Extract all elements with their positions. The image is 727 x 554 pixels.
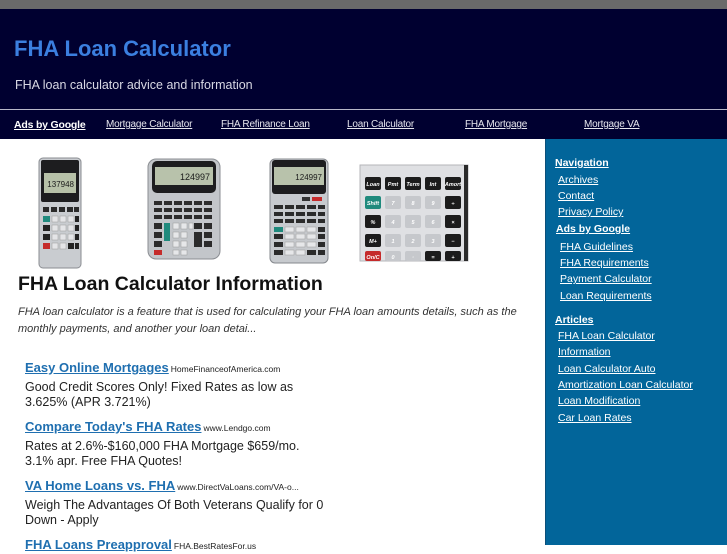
ad-url[interactable]: www.Lendgo.com (203, 423, 270, 433)
site-tagline: FHA loan calculator advice and informati… (15, 78, 253, 92)
key-2: 2 (410, 239, 414, 245)
sidebar-article-link[interactable]: Amortization Loan Calculator (558, 379, 693, 391)
key-decimal: · (412, 255, 414, 261)
main-content: 137948 124997 124997 Loan Pmt Term Int A… (0, 139, 545, 552)
key-3: 3 (431, 239, 434, 245)
sidebar-article-link[interactable]: FHA Loan Calculator (558, 330, 655, 342)
key-int: Int (430, 182, 438, 188)
key-shift: Shift (367, 201, 380, 207)
nav-link-loan-calculator[interactable]: Loan Calculator (347, 119, 414, 130)
sidebar-link-contact[interactable]: Contact (558, 190, 594, 202)
sidebar: Navigation Archives Contact Privacy Poli… (545, 139, 727, 545)
ad-description: Good Credit Scores Only! Fixed Rates as … (25, 380, 294, 409)
ad-title-link[interactable]: Easy Online Mortgages (25, 360, 169, 375)
key-divide: ÷ (451, 201, 454, 207)
ad-url[interactable]: FHA.BestRatesFor.us (174, 541, 256, 551)
sidebar-ad-loan-requirements[interactable]: Loan Requirements (560, 290, 652, 302)
sidebar-ad-payment-calculator[interactable]: Payment Calculator (560, 273, 652, 285)
sidebar-ad-fha-requirements[interactable]: FHA Requirements (560, 257, 649, 269)
key-amort: Amort (444, 182, 462, 188)
key-on-clear: On/C (366, 255, 380, 261)
nav-link-fha-refinance-loan[interactable]: FHA Refinance Loan (221, 119, 310, 130)
calculator-keypad-image: Loan Pmt Term Int Amort Shift 7 8 9 ÷ % … (359, 164, 469, 262)
ad-item: Easy Online Mortgages HomeFinanceofAmeric… (25, 359, 325, 410)
top-ad-links-bar: Ads by Google Mortgage Calculator FHA Re… (0, 109, 727, 139)
sidebar-heading-ads-by-google[interactable]: Ads by Google (556, 223, 630, 235)
calculator-image-2: 124997 (147, 158, 221, 260)
page-intro: FHA loan calculator is a feature that is… (18, 306, 517, 335)
ad-description: Weigh The Advantages Of Both Veterans Qu… (25, 498, 324, 527)
calculator-image-3: 124997 (269, 158, 329, 264)
svg-text:Loan: Loan (366, 182, 380, 188)
nav-link-mortgage-calculator[interactable]: Mortgage Calculator (106, 119, 192, 130)
calc1-display: 137948 (47, 180, 74, 189)
key-1: 1 (391, 239, 394, 245)
site-header: FHA Loan Calculator FHA loan calculator … (0, 9, 727, 109)
key-4: 4 (390, 220, 394, 226)
nav-link-mortgage-va[interactable]: Mortgage VA (584, 119, 640, 130)
ad-url[interactable]: HomeFinanceofAmerica.com (171, 364, 281, 374)
ad-description: Rates at 2.6%-$160,000 FHA Mortgage $659… (25, 439, 300, 468)
sidebar-heading-navigation[interactable]: Navigation (555, 157, 609, 169)
key-percent: % (371, 220, 376, 226)
key-0: 0 (391, 255, 394, 261)
key-term: Term (406, 182, 419, 188)
sidebar-ad-fha-guidelines[interactable]: FHA Guidelines (560, 241, 633, 253)
sidebar-article-link[interactable]: Car Loan Rates (558, 412, 632, 424)
ad-item: FHA Loans Preapproval FHA.BestRatesFor.us (25, 536, 325, 554)
ad-item: Compare Today's FHA Rates www.Lendgo.com … (25, 418, 325, 469)
calculator-image-1: 137948 (38, 157, 82, 269)
ad-item: VA Home Loans vs. FHA www.DirectVaLoans.c… (25, 477, 325, 528)
sidebar-article-link[interactable]: Information (558, 346, 611, 358)
site-title-link[interactable]: FHA Loan Calculator (14, 36, 231, 62)
key-pmt: Pmt (388, 182, 400, 188)
page-title: FHA Loan Calculator Information (18, 273, 323, 295)
ad-url[interactable]: www.DirectVaLoans.com/VA-o... (177, 482, 299, 492)
calc2-display: 124997 (180, 172, 210, 182)
key-mplus: M+ (369, 239, 378, 245)
browser-top-bar (0, 0, 727, 9)
sidebar-article-link[interactable]: Loan Modification (558, 395, 640, 407)
sidebar-article-link[interactable]: Loan Calculator Auto (558, 363, 655, 375)
ad-title-link[interactable]: Compare Today's FHA Rates (25, 419, 201, 434)
ads-by-google-link[interactable]: Ads by Google (14, 119, 86, 131)
sidebar-link-privacy-policy[interactable]: Privacy Policy (558, 206, 623, 218)
ad-title-link[interactable]: VA Home Loans vs. FHA (25, 478, 175, 493)
calc3-display: 124997 (295, 173, 322, 182)
nav-link-fha-mortgage[interactable]: FHA Mortgage (465, 119, 527, 130)
sidebar-link-archives[interactable]: Archives (558, 174, 598, 186)
sidebar-heading-articles[interactable]: Articles (555, 314, 594, 326)
